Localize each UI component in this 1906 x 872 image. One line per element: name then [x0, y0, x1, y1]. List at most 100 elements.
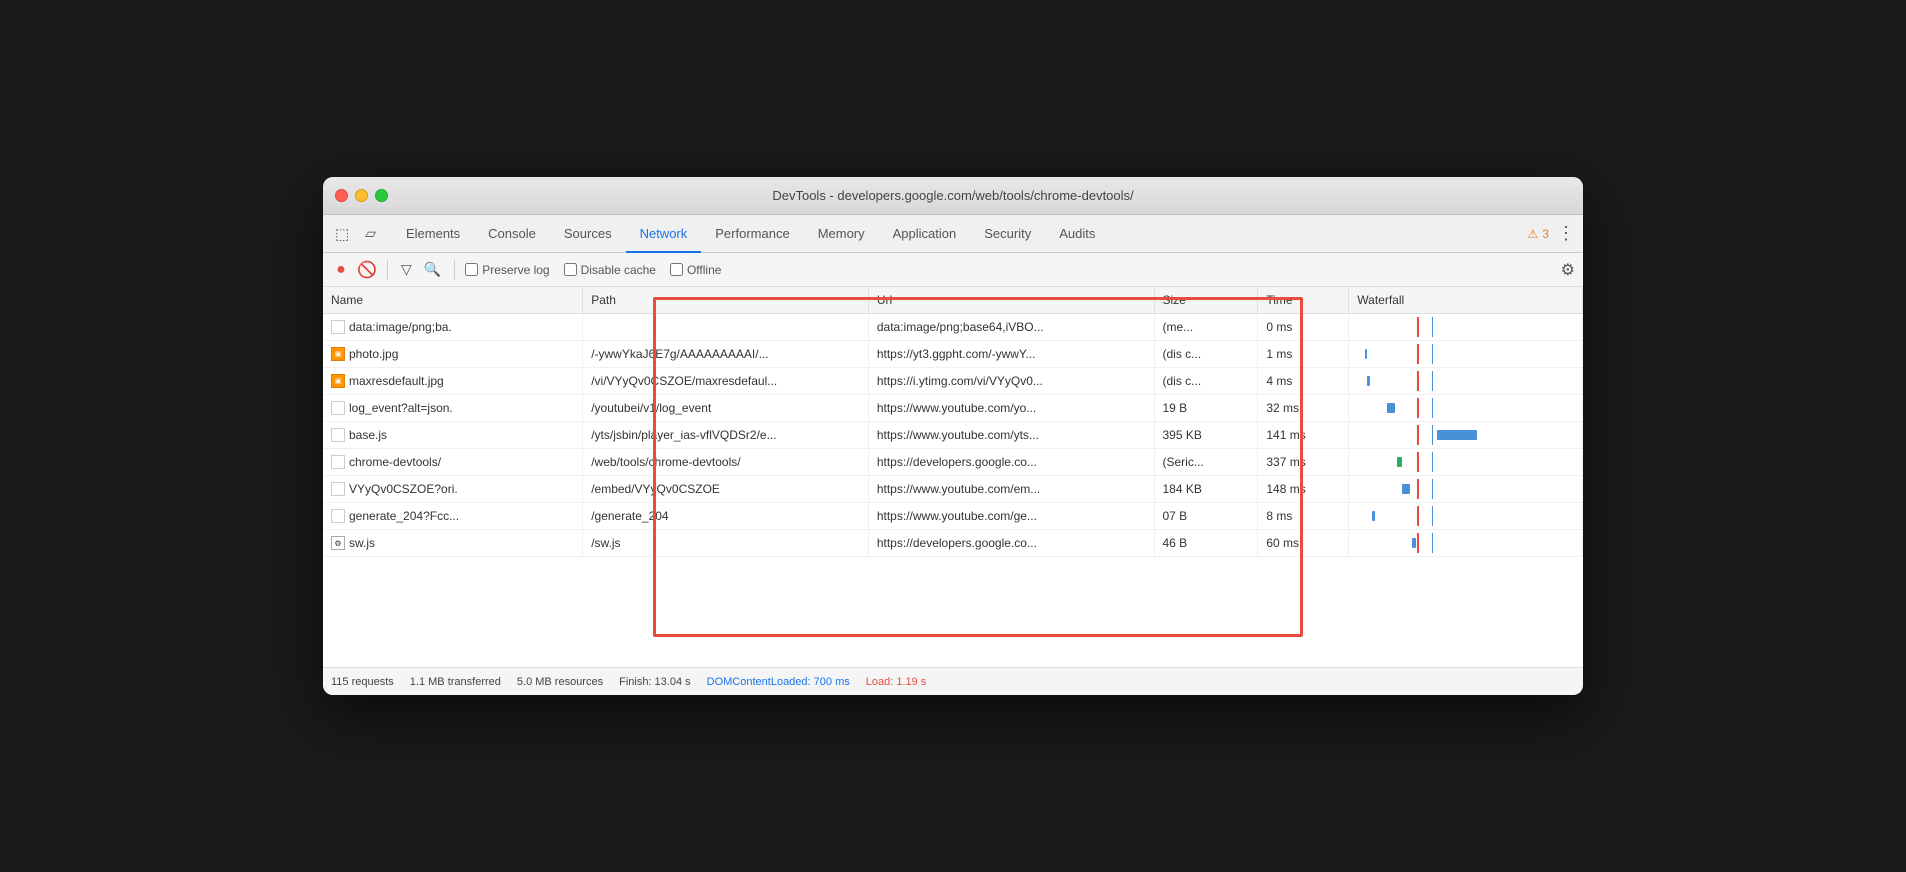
tab-application[interactable]: Application: [879, 215, 971, 253]
cell-name: log_event?alt=json.: [323, 395, 583, 422]
cell-path: /yts/jsbin/player_ias-vflVQDSr2/e...: [583, 422, 869, 449]
cell-waterfall: [1349, 422, 1583, 449]
file-type-icon: [331, 509, 349, 523]
network-table: Name Path Url Size: [323, 287, 1583, 667]
tab-security[interactable]: Security: [970, 215, 1045, 253]
load-marker: [1432, 506, 1433, 526]
cell-time: 337 ms: [1258, 449, 1349, 476]
waterfall-bar: [1357, 346, 1574, 362]
cell-path: /generate_204: [583, 503, 869, 530]
maximize-button[interactable]: [375, 189, 388, 202]
request-timing-bar: [1402, 484, 1410, 494]
cell-size: 46 B: [1154, 530, 1258, 557]
filter-icon[interactable]: ▽: [398, 258, 415, 281]
traffic-lights: [335, 189, 388, 202]
cell-time: 32 ms: [1258, 395, 1349, 422]
cell-path: /embed/VYyQv0CSZOE: [583, 476, 869, 503]
col-header-time[interactable]: Time: [1258, 287, 1349, 314]
request-timing-bar: [1372, 511, 1375, 521]
cell-waterfall: [1349, 530, 1583, 557]
preserve-log-checkbox[interactable]: Preserve log: [465, 263, 549, 277]
requests-table: Name Path Url Size: [323, 287, 1583, 557]
cell-url: https://yt3.ggpht.com/-ywwY...: [868, 341, 1154, 368]
cell-path: /youtubei/v1/log_event: [583, 395, 869, 422]
domcontent-marker: [1417, 425, 1419, 445]
requests-count: 115 requests: [331, 676, 394, 688]
cell-time: 8 ms: [1258, 503, 1349, 530]
cell-waterfall: [1349, 503, 1583, 530]
waterfall-bar: [1357, 319, 1574, 335]
request-timing-bar: [1397, 457, 1402, 467]
tab-network[interactable]: Network: [626, 215, 702, 253]
waterfall-bar: [1357, 400, 1574, 416]
tab-memory[interactable]: Memory: [804, 215, 879, 253]
col-header-name[interactable]: Name: [323, 287, 583, 314]
table-row[interactable]: chrome-devtools//web/tools/chrome-devtoo…: [323, 449, 1583, 476]
cell-url: data:image/png;base64,iVBO...: [868, 314, 1154, 341]
stop-button[interactable]: 🚫: [357, 260, 377, 280]
table-row[interactable]: generate_204?Fcc.../generate_204https://…: [323, 503, 1583, 530]
col-header-path[interactable]: Path: [583, 287, 869, 314]
tab-audits[interactable]: Audits: [1045, 215, 1109, 253]
waterfall-bar: [1357, 454, 1574, 470]
tab-elements[interactable]: Elements: [392, 215, 474, 253]
device-icon[interactable]: ▱: [361, 221, 380, 246]
col-header-url[interactable]: Url: [868, 287, 1154, 314]
tab-sources[interactable]: Sources: [550, 215, 626, 253]
file-type-icon: [331, 320, 349, 334]
load-marker: [1432, 479, 1433, 499]
cell-waterfall: [1349, 368, 1583, 395]
cell-url: https://www.youtube.com/em...: [868, 476, 1154, 503]
cursor-icon[interactable]: ⬚: [331, 221, 353, 247]
cell-time: 141 ms: [1258, 422, 1349, 449]
load-marker: [1432, 371, 1433, 391]
cell-name: ▣maxresdefault.jpg: [323, 368, 583, 395]
more-options-icon[interactable]: ⋮: [1557, 223, 1575, 244]
table-row[interactable]: base.js/yts/jsbin/player_ias-vflVQDSr2/e…: [323, 422, 1583, 449]
domcontent-loaded: DOMContentLoaded: 700 ms: [707, 676, 850, 688]
settings-button[interactable]: ⚙: [1561, 260, 1575, 280]
domcontent-marker: [1417, 533, 1419, 553]
cell-url: https://www.youtube.com/ge...: [868, 503, 1154, 530]
table-row[interactable]: ▣photo.jpg/-ywwYkaJ6E7g/AAAAAAAAAI/...ht…: [323, 341, 1583, 368]
warning-icon: ⚠: [1528, 227, 1539, 241]
table-row[interactable]: ⚙sw.js/sw.jshttps://developers.google.co…: [323, 530, 1583, 557]
tab-console[interactable]: Console: [474, 215, 550, 253]
table-row[interactable]: VYyQv0CSZOE?ori./embed/VYyQv0CSZOEhttps:…: [323, 476, 1583, 503]
table-row[interactable]: ▣maxresdefault.jpg/vi/VYyQv0CSZOE/maxres…: [323, 368, 1583, 395]
table-row[interactable]: log_event?alt=json./youtubei/v1/log_even…: [323, 395, 1583, 422]
tab-performance[interactable]: Performance: [701, 215, 803, 253]
status-bar: 115 requests 1.1 MB transferred 5.0 MB r…: [323, 667, 1583, 695]
cell-waterfall: [1349, 314, 1583, 341]
cell-size: 19 B: [1154, 395, 1258, 422]
load-marker: [1432, 452, 1433, 472]
minimize-button[interactable]: [355, 189, 368, 202]
waterfall-bar: [1357, 373, 1574, 389]
search-icon[interactable]: 🔍: [421, 258, 444, 281]
cell-name: ⚙sw.js: [323, 530, 583, 557]
file-type-icon: [331, 401, 349, 415]
cell-path: [583, 314, 869, 341]
load-marker: [1432, 398, 1433, 418]
close-button[interactable]: [335, 189, 348, 202]
resources-size: 5.0 MB resources: [517, 676, 603, 688]
request-timing-bar: [1365, 349, 1367, 359]
table-header-row: Name Path Url Size: [323, 287, 1583, 314]
col-header-waterfall[interactable]: Waterfall: [1349, 287, 1583, 314]
offline-checkbox[interactable]: Offline: [670, 263, 721, 277]
cell-time: 1 ms: [1258, 341, 1349, 368]
disable-cache-checkbox[interactable]: Disable cache: [564, 263, 656, 277]
warning-badge[interactable]: ⚠ 3: [1528, 227, 1549, 241]
toolbar-separator-1: [387, 260, 388, 280]
file-type-icon: [331, 482, 349, 496]
table-row[interactable]: data:image/png;ba.data:image/png;base64,…: [323, 314, 1583, 341]
file-type-icon: [331, 428, 349, 442]
col-header-size[interactable]: Size: [1154, 287, 1258, 314]
record-button[interactable]: ●: [331, 260, 351, 280]
domcontent-marker: [1417, 506, 1419, 526]
cell-url: https://www.youtube.com/yo...: [868, 395, 1154, 422]
toolbar-separator-2: [454, 260, 455, 280]
cell-url: https://developers.google.co...: [868, 449, 1154, 476]
cell-path: /-ywwYkaJ6E7g/AAAAAAAAAI/...: [583, 341, 869, 368]
cell-time: 60 ms: [1258, 530, 1349, 557]
